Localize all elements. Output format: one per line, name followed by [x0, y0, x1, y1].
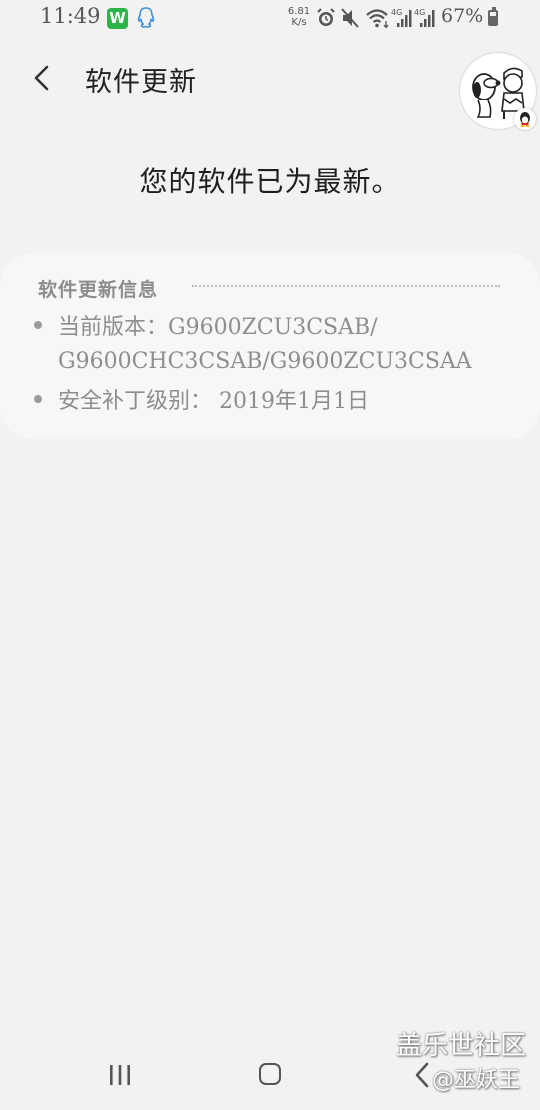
4g-signal-icon: 4G [414, 8, 435, 27]
update-info-card: 软件更新信息 当前版本：G9600ZCU3CSAB/ G9600CHC3CSAB… [0, 253, 540, 439]
back-button[interactable] [26, 60, 62, 96]
recent-apps-button[interactable] [108, 1064, 132, 1086]
up-to-date-message: 您的软件已为最新。 [139, 165, 401, 198]
battery-icon [488, 7, 498, 26]
watermark-title: 盖乐世社区 [396, 1031, 527, 1061]
bullet-icon [34, 395, 42, 403]
svg-text:4G: 4G [414, 8, 425, 17]
watermark-user: @巫妖王 [432, 1068, 521, 1093]
current-version: 当前版本：G9600ZCU3CSAB/ [58, 315, 378, 340]
mute-icon [341, 8, 359, 28]
nav-back-button[interactable] [414, 1062, 430, 1088]
current-version-continued: G9600CHC3CSAB/G9600ZCU3CSAA [58, 349, 472, 374]
qq-icon [137, 7, 155, 28]
battery-percent: 67% [441, 5, 484, 27]
page-title: 软件更新 [85, 67, 197, 98]
bullet-icon [34, 321, 42, 329]
status-bar: 11:49 W 6.81 K/s 4G 4G 67% [0, 0, 540, 38]
svg-text:4G: 4G [391, 8, 402, 17]
alarm-icon [317, 8, 335, 26]
home-button[interactable] [259, 1063, 281, 1085]
speed-value: 6.81 [287, 6, 311, 17]
status-time: 11:49 [40, 4, 101, 28]
qq-badge-icon [514, 108, 536, 130]
speed-unit: K/s [291, 17, 307, 28]
wechat-work-icon: W [107, 8, 128, 29]
battery-fill [490, 15, 496, 24]
security-patch-level: 安全补丁级别： 2019年1月1日 [58, 389, 369, 414]
network-speed: 6.81 K/s [285, 6, 313, 28]
card-title: 软件更新信息 [38, 279, 159, 301]
4g-signal-icon: 4G [391, 8, 412, 27]
wifi-icon [366, 9, 389, 29]
dotted-divider [192, 285, 500, 287]
